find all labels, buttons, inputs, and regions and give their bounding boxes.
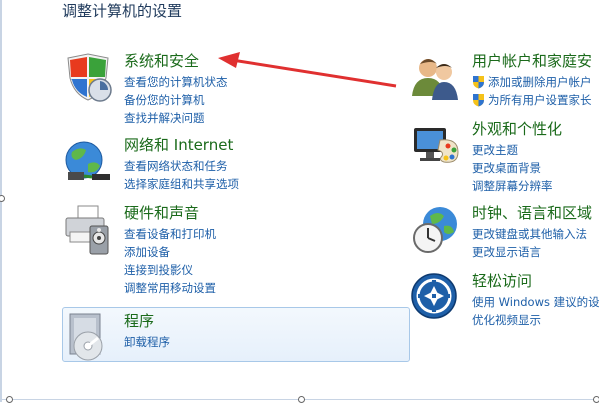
programs-disc-icon <box>69 313 103 361</box>
link-change-theme[interactable]: 更改主题 <box>472 141 562 159</box>
ease-of-access-icon <box>411 273 457 319</box>
category-title[interactable]: 轻松访问 <box>472 272 599 291</box>
printer-speaker-icon <box>65 205 109 255</box>
link-connect-projector[interactable]: 连接到投影仪 <box>124 261 216 279</box>
link-change-display-language[interactable]: 更改显示语言 <box>472 243 592 261</box>
category-title[interactable]: 程序 <box>124 312 170 331</box>
users-icon <box>412 59 458 100</box>
uac-shield-icon <box>473 76 484 89</box>
category-title[interactable]: 外观和个性化 <box>472 120 562 139</box>
category-title[interactable]: 时钟、语言和区域 <box>472 204 592 223</box>
link-homegroup-sharing[interactable]: 选择家庭组和共享选项 <box>124 175 239 193</box>
monitor-palette-icon <box>414 128 459 163</box>
link-optimize-video[interactable]: 优化视频显示 <box>472 311 599 329</box>
link-label: 添加或删除用户帐户 <box>488 75 592 89</box>
shield-icon <box>67 53 112 102</box>
link-network-status[interactable]: 查看网络状态和任务 <box>124 157 239 175</box>
link-change-input-method[interactable]: 更改键盘或其他输入法 <box>472 225 592 243</box>
link-windows-suggested-settings[interactable]: 使用 Windows 建议的设 <box>472 293 599 311</box>
link-mobility-settings[interactable]: 调整常用移动设置 <box>124 279 216 297</box>
link-uninstall-program[interactable]: 卸载程序 <box>124 333 170 351</box>
link-change-background[interactable]: 更改桌面背景 <box>472 159 562 177</box>
page-title: 调整计算机的设置 <box>62 2 183 20</box>
category-title[interactable]: 用户帐户和家庭安 <box>472 52 592 71</box>
link-backup-computer[interactable]: 备份您的计算机 <box>124 91 228 109</box>
uac-shield-icon <box>473 94 484 107</box>
programs-hover-highlight <box>62 307 410 362</box>
clock-globe-icon <box>413 207 457 253</box>
annotation-arrow-icon <box>218 52 397 88</box>
link-screen-resolution[interactable]: 调整屏幕分辨率 <box>472 177 562 195</box>
category-title[interactable]: 网络和 Internet <box>124 136 239 155</box>
link-add-device[interactable]: 添加设备 <box>124 243 216 261</box>
category-title[interactable]: 硬件和声音 <box>124 204 216 223</box>
link-parental-controls[interactable]: 为所有用户设置家长 <box>472 91 592 109</box>
link-label: 为所有用户设置家长 <box>488 93 592 107</box>
resize-handle[interactable] <box>0 195 5 202</box>
link-devices-printers[interactable]: 查看设备和打印机 <box>124 225 216 243</box>
link-add-remove-accounts[interactable]: 添加或删除用户帐户 <box>472 73 592 91</box>
network-globe-icon <box>65 141 110 180</box>
link-troubleshoot[interactable]: 查找并解决问题 <box>124 109 228 127</box>
